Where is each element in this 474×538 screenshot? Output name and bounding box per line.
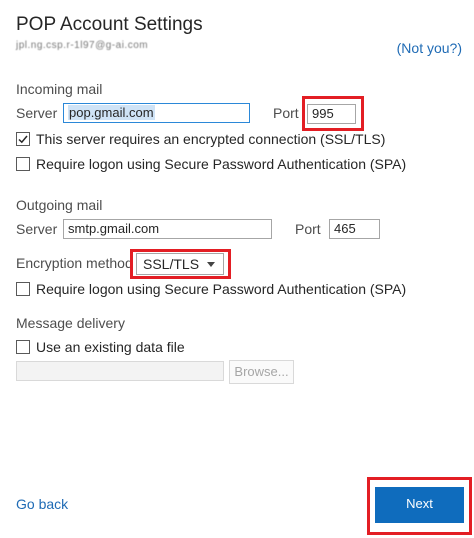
chevron-down-icon — [207, 262, 215, 267]
encryption-method-select[interactable]: SSL/TLS — [136, 253, 224, 275]
encrypted-connection-label: This server requires an encrypted connec… — [36, 131, 386, 147]
incoming-server-label: Server — [16, 105, 58, 121]
message-delivery-heading: Message delivery — [16, 315, 125, 331]
checkmark-icon — [18, 135, 28, 144]
incoming-spa-label: Require logon using Secure Password Auth… — [36, 156, 407, 172]
existing-data-file-label: Use an existing data file — [36, 339, 185, 355]
page-title: POP Account Settings — [16, 14, 203, 35]
browse-button: Browse... — [229, 360, 294, 384]
outgoing-port-input[interactable]: 465 — [329, 219, 380, 239]
existing-data-file-checkbox[interactable] — [16, 340, 30, 354]
data-file-path-input — [16, 361, 224, 381]
encrypted-connection-checkbox[interactable] — [16, 132, 30, 146]
incoming-port-input[interactable]: 995 — [307, 104, 356, 124]
incoming-spa-checkbox[interactable] — [16, 157, 30, 171]
outgoing-mail-heading: Outgoing mail — [16, 197, 103, 213]
go-back-link[interactable]: Go back — [16, 496, 68, 512]
incoming-mail-heading: Incoming mail — [16, 81, 103, 97]
outgoing-spa-checkbox[interactable] — [16, 282, 30, 296]
account-email: jpl.ng.csp.r-1l97@g-ai.com — [16, 40, 149, 51]
outgoing-port-label: Port — [295, 221, 321, 237]
incoming-server-value: pop.gmail.com — [68, 105, 155, 120]
not-you-link[interactable]: (Not you?) — [397, 40, 462, 56]
encryption-method-value: SSL/TLS — [143, 256, 200, 272]
next-button[interactable]: Next — [375, 487, 464, 523]
outgoing-server-input[interactable]: smtp.gmail.com — [63, 219, 272, 239]
encryption-method-label: Encryption method — [16, 255, 133, 271]
incoming-server-input[interactable]: pop.gmail.com — [63, 103, 250, 123]
outgoing-server-label: Server — [16, 221, 58, 237]
incoming-port-label: Port — [273, 105, 299, 121]
outgoing-spa-label: Require logon using Secure Password Auth… — [36, 281, 407, 297]
